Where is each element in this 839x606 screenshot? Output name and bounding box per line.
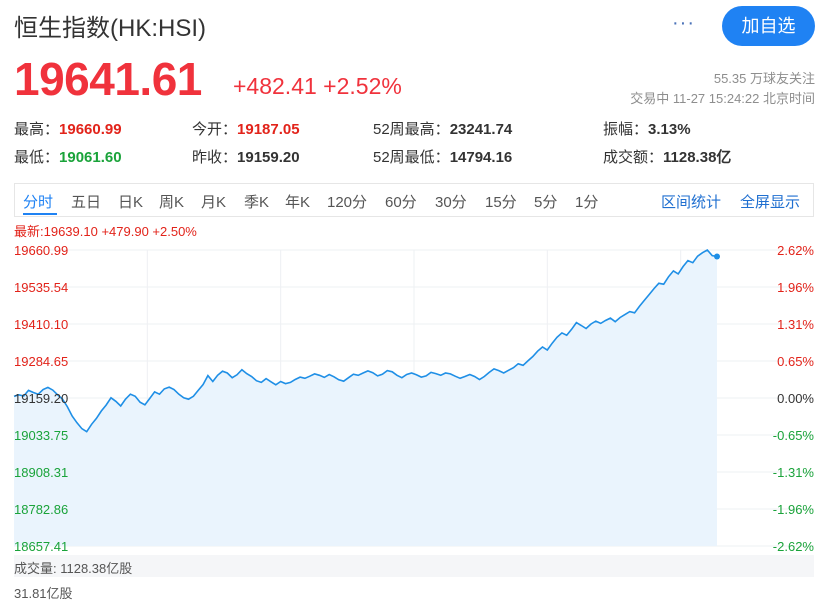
more-options-icon[interactable]: ··· [672,12,695,35]
right-tick-label: 2.62% [777,243,814,258]
stat-amplitude-value: 3.13% [648,121,691,138]
stat-prev-close-value: 19159.20 [237,149,300,166]
stat-52w-high: 52周最高：23241.74 [373,118,512,139]
add-to-watchlist-button[interactable]: 加自选 [722,6,815,46]
tab-quarterly-k[interactable]: 季K [244,191,269,212]
range-stats-link[interactable]: 区间统计 [661,191,721,212]
page-title: 恒生指数(HK:HSI) [14,15,206,42]
tab-monthly-k[interactable]: 月K [201,191,226,212]
stat-turnover-label: 成交额： [603,149,664,166]
stat-52w-low-label: 52周最低： [373,149,450,166]
latest-quote-line: 最新:19639.10 +479.90 +2.50% [14,224,197,239]
price-change: +482.41 +2.52% [233,73,402,99]
tab-weekly-k[interactable]: 周K [159,191,184,212]
current-price: 19641.61 [14,53,202,105]
tab-120min[interactable]: 120分 [327,191,367,212]
stat-open-label: 今开： [192,121,238,138]
tab-60min[interactable]: 60分 [385,191,417,212]
volume-label: 成交量: 1128.38亿股 [14,561,133,576]
fullscreen-link[interactable]: 全屏显示 [740,191,800,212]
stat-52w-low: 52周最低：14794.16 [373,146,512,167]
left-tick-label: 19284.65 [14,354,68,369]
left-tick-label: 19660.99 [14,243,68,258]
tab-daily-k[interactable]: 日K [118,191,143,212]
volume-band [14,555,814,577]
right-tick-label: 0.65% [777,354,814,369]
stat-high-value: 19660.99 [59,121,122,138]
stat-52w-high-value: 23241.74 [449,121,513,138]
right-tick-label: -0.65% [773,428,815,443]
tab-intraday[interactable]: 分时 [23,191,53,212]
tab-1min[interactable]: 1分 [575,191,598,212]
stat-open-value: 19187.05 [237,121,300,138]
tab-15min[interactable]: 15分 [485,191,517,212]
stat-prev-close: 昨收：19159.20 [192,146,300,167]
stat-high-label: 最高： [14,121,60,138]
intraday-chart[interactable]: 雪球 19660.9919535.5419410.1019284.6519159… [0,240,839,555]
tab-30min[interactable]: 30分 [435,191,467,212]
chart-period-tabs: 分时 五日 日K 周K 月K 季K 年K 120分 60分 30分 15分 5分… [14,183,814,217]
right-axis: 2.62% 1.96% 1.31% 0.65% 0.00% -0.65% -1.31% -1.… [773,243,815,554]
stat-52w-high-label: 52周最高： [373,121,450,138]
stat-amplitude: 振幅：3.13% [603,118,691,139]
stat-open: 今开：19187.05 [192,118,300,139]
trading-status: 交易中 11-27 15:24:22 北京时间 [630,91,815,106]
followers-count: 55.35 万球友关注 [713,71,815,86]
right-tick-label: 0.00% [777,391,814,406]
right-tick-label: 1.31% [777,317,814,332]
left-tick-label: 18657.41 [14,539,68,554]
stat-turnover-value: 1128.38亿 [663,149,732,166]
stat-low: 最低：19061.60 [14,146,122,167]
stat-amplitude-label: 振幅： [603,121,649,138]
stat-high: 最高：19660.99 [14,118,122,139]
right-tick-label: -1.31% [773,465,815,480]
stat-low-value: 19061.60 [59,149,122,166]
right-tick-label: -1.96% [773,502,815,517]
last-price-dot [714,253,720,260]
left-tick-label: 19033.75 [14,428,68,443]
tab-5min[interactable]: 5分 [534,191,557,212]
left-tick-label: 18782.86 [14,502,68,517]
stat-turnover: 成交额：1128.38亿 [603,146,731,167]
left-tick-label: 19535.54 [14,280,68,295]
stat-prev-close-label: 昨收： [192,149,238,166]
stat-52w-low-value: 14794.16 [449,149,513,166]
left-tick-label: 18908.31 [14,465,68,480]
active-tab-indicator [23,213,57,215]
volume-max: 31.81亿股 [14,586,73,601]
right-tick-label: -2.62% [773,539,815,554]
left-tick-label: 19159.20 [14,391,68,406]
tab-five-day[interactable]: 五日 [71,191,101,212]
left-axis: 19660.99 19535.54 19410.10 19284.65 19159.20… [14,243,68,554]
stat-low-label: 最低： [14,149,60,166]
right-tick-label: 1.96% [777,280,814,295]
tab-yearly-k[interactable]: 年K [285,191,310,212]
left-tick-label: 19410.10 [14,317,68,332]
